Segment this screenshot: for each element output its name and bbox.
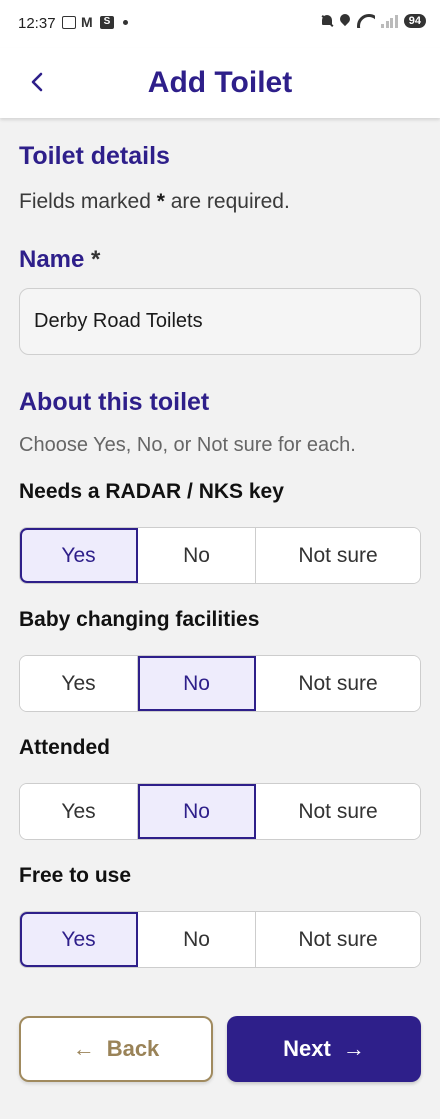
attended-selector: Yes No Not sure: [19, 783, 421, 840]
baby-changing-selector: Yes No Not sure: [19, 655, 421, 712]
arrow-left-icon: ←: [72, 1036, 95, 1061]
signal-icon: [381, 14, 398, 28]
next-button[interactable]: Next →: [227, 1016, 421, 1082]
page-title: Add Toilet: [147, 66, 293, 99]
notification-icons: M S: [62, 14, 128, 30]
radar-key-selector: Yes No Not sure: [19, 527, 421, 584]
question-radar-key-label: Needs a RADAR / NKS key: [19, 480, 284, 503]
battery-indicator: 94: [403, 14, 426, 28]
next-button-label: Next: [283, 1036, 331, 1061]
required-note: Fields marked * are required.: [19, 190, 290, 214]
about-hint: Choose Yes, No, or Not sure for each.: [19, 434, 356, 456]
app-bar: Add Toilet: [0, 48, 440, 118]
attended-no-button[interactable]: No: [138, 784, 256, 839]
app-s-icon: S: [100, 16, 114, 29]
name-input[interactable]: [19, 288, 421, 355]
baby-changing-not-sure-button[interactable]: Not sure: [256, 656, 420, 711]
attended-yes-button[interactable]: Yes: [20, 784, 138, 839]
baby-changing-no-button[interactable]: No: [138, 656, 256, 711]
required-note-suffix: are required.: [164, 190, 290, 213]
required-note-prefix: Fields marked: [19, 190, 157, 213]
free-to-use-not-sure-button[interactable]: Not sure: [256, 912, 420, 967]
mute-icon: [321, 14, 333, 28]
location-icon: [339, 14, 351, 28]
free-to-use-yes-button[interactable]: Yes: [20, 912, 138, 967]
attended-not-sure-button[interactable]: Not sure: [256, 784, 420, 839]
radar-key-not-sure-button[interactable]: Not sure: [256, 528, 420, 583]
back-button[interactable]: ← Back: [19, 1016, 213, 1082]
screenshot-icon: [62, 16, 76, 29]
section-title-details: Toilet details: [19, 142, 170, 170]
back-button-label: Back: [106, 1036, 160, 1061]
radar-key-yes-button[interactable]: Yes: [20, 528, 138, 583]
status-time: 12:37: [18, 15, 56, 32]
arrow-right-icon: →: [342, 1036, 365, 1061]
required-star: *: [156, 190, 165, 213]
baby-changing-yes-button[interactable]: Yes: [20, 656, 138, 711]
name-label: Name *: [19, 246, 100, 274]
more-notifications-icon: [123, 20, 128, 25]
radar-key-no-button[interactable]: No: [138, 528, 256, 583]
gmail-icon: M: [81, 14, 93, 30]
free-to-use-selector: Yes No Not sure: [19, 911, 421, 968]
status-bar: 12:37 M S 94: [0, 0, 440, 48]
name-label-text: Name: [19, 246, 85, 273]
system-icons: 94: [321, 14, 426, 28]
question-baby-changing-label: Baby changing facilities: [19, 608, 260, 631]
question-attended-label: Attended: [19, 736, 110, 759]
name-required-mark: *: [91, 246, 101, 273]
wifi-icon: [357, 14, 376, 28]
question-free-to-use-label: Free to use: [19, 864, 132, 887]
section-title-about: About this toilet: [19, 388, 210, 416]
free-to-use-no-button[interactable]: No: [138, 912, 256, 967]
